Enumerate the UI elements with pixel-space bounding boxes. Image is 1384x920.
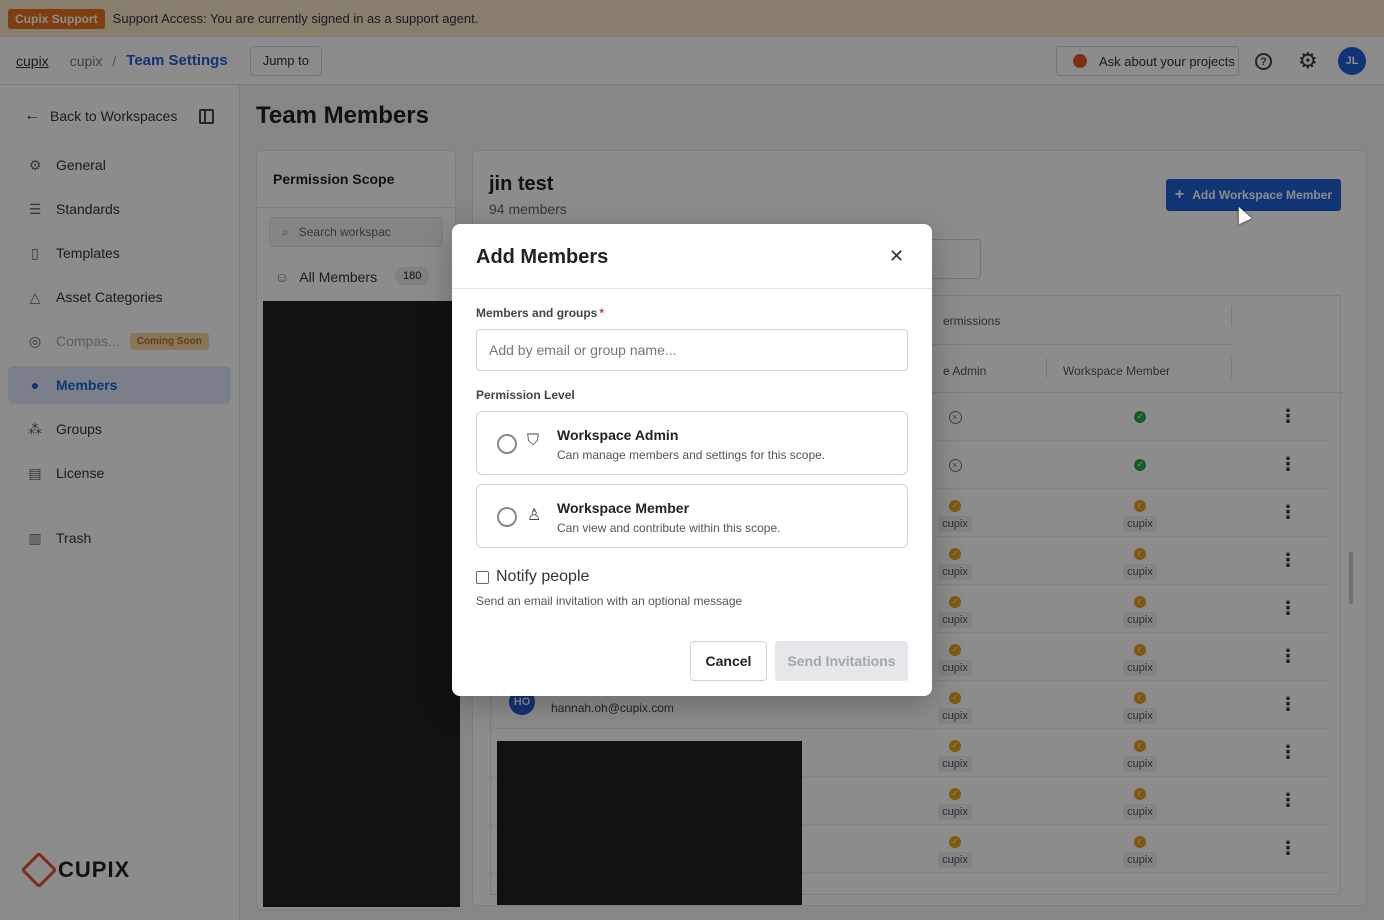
cancel-button[interactable]: Cancel [690,641,767,681]
option-workspace-admin[interactable]: ⛉ Workspace Admin Can manage members and… [476,411,908,475]
radio-button[interactable] [497,507,517,527]
send-invitations-button[interactable]: Send Invitations [775,641,908,681]
shield-lock-icon: ⛉ [527,432,540,449]
notify-label: Notify people [496,568,590,585]
notify-description: Send an email invitation with an optiona… [476,594,743,608]
divider [452,288,932,289]
option-title: Workspace Admin [557,427,679,443]
members-input[interactable] [476,329,908,371]
option-title: Workspace Member [557,500,690,516]
close-icon[interactable]: ✕ [889,246,904,266]
members-label-text: Members and groups [476,306,598,320]
option-workspace-member[interactable]: ♙ Workspace Member Can view and contribu… [476,484,908,548]
required-mark: * [599,306,605,320]
notify-checkbox[interactable] [476,570,489,584]
dialog-title: Add Members [476,246,609,268]
add-members-dialog: Add Members ✕ Members and groups* Permis… [452,224,932,696]
option-description: Can view and contribute within this scop… [557,521,781,535]
notify-people-checkbox-row[interactable]: Notify people [476,568,589,586]
option-description: Can manage members and settings for this… [557,448,826,462]
person-outline-icon: ♙ [527,507,542,524]
permission-level-label: Permission Level [476,388,575,402]
radio-button[interactable] [497,434,517,454]
members-field-label: Members and groups * [476,306,604,320]
